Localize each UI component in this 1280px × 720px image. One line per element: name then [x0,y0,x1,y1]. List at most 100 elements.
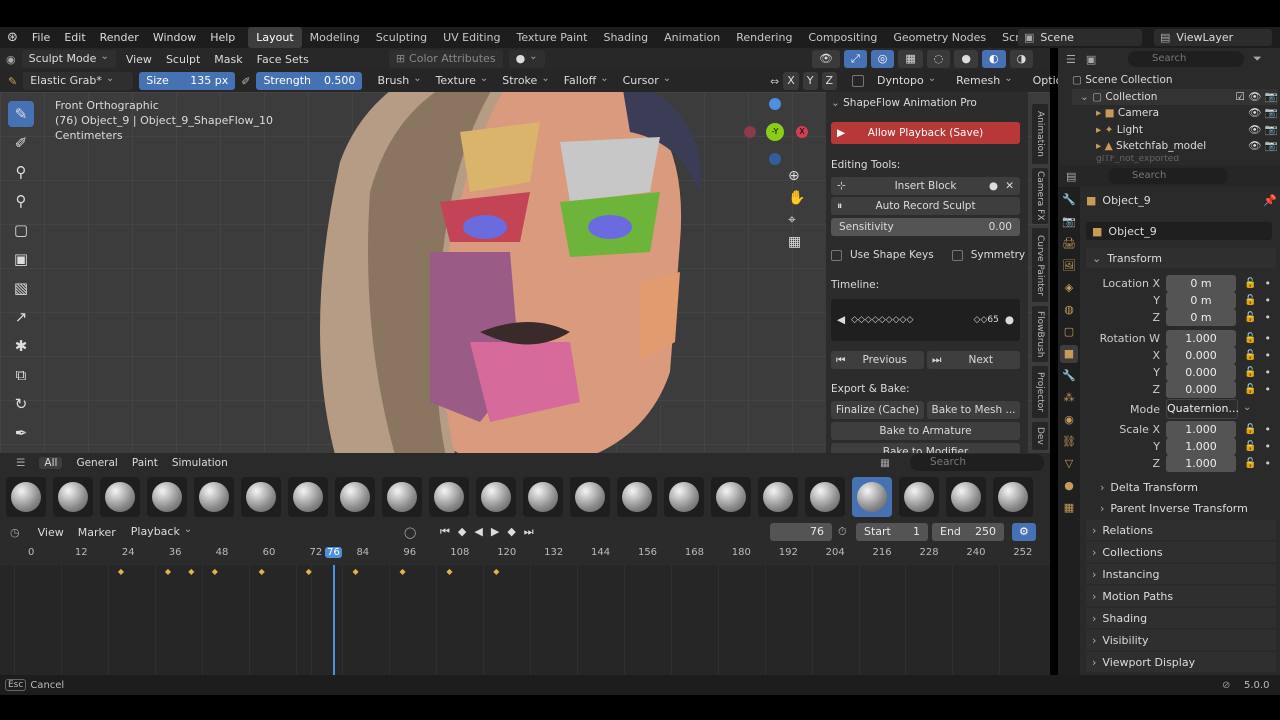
finalize-cache-button[interactable]: Finalize (Cache) [831,401,924,419]
lock-icon[interactable]: 🔓 [1244,350,1256,361]
scale-z-field[interactable]: 1.000 [1166,454,1236,472]
paint-brush-tool-icon[interactable]: ⚲ [8,188,34,214]
side-tab-dev[interactable]: Dev [1032,422,1048,450]
brush-crease-icon[interactable] [147,477,187,517]
bake-to-mesh-button[interactable]: Bake to Mesh ... [927,401,1020,419]
shelf-tab-general[interactable]: General [76,457,117,469]
record-dot-icon[interactable]: ● [989,180,998,192]
keyframe-diamond[interactable]: ◆ [399,567,405,576]
remesh-menu[interactable]: Remesh [949,72,1020,90]
wireframe-shading-icon[interactable]: ◌ [926,50,951,68]
insert-block-button[interactable]: ⊹ Insert Block ● ✕ [831,177,1020,195]
play-icon[interactable]: ▶ [491,525,499,539]
outliner-editor-icon[interactable]: ☰ [1066,53,1076,66]
brush-fill-icon[interactable] [476,477,516,517]
gizmo-neg-y-axis[interactable]: -Y [766,123,784,141]
constraints-tab-icon[interactable]: ⛓ [1060,433,1078,451]
shelf-tab-all[interactable]: All [39,457,63,469]
brush-clay-icon[interactable] [53,477,93,517]
view-layer-selector[interactable]: ▤ ViewLayer [1154,29,1272,46]
object-datablock-field[interactable]: ■ Object_9 [1086,222,1272,240]
tab-rendering[interactable]: Rendering [728,27,800,48]
editor-type-icon[interactable]: ◉ [6,53,16,66]
sketchfab-visibility-icon[interactable]: 👁 📷 [1248,138,1278,155]
axis-x-toggle[interactable]: X [783,72,799,90]
gizmo-icon[interactable]: ⤢ [843,50,867,68]
tab-layout[interactable]: Layout [248,27,302,48]
camera-visibility-icon[interactable]: 👁 📷 [1248,105,1278,122]
color-attributes[interactable]: ⊞ Color Attributes [388,50,503,68]
brush-pose-icon[interactable] [711,477,751,517]
size-field[interactable]: Size 135 px [139,72,236,90]
falloff-menu[interactable]: Falloff [557,72,616,90]
lock-icon[interactable]: 🔓 [1244,333,1256,344]
object-tab-icon[interactable]: ■ [1060,345,1078,363]
menu-edit[interactable]: Edit [57,27,92,48]
shelf-tab-simulation[interactable]: Simulation [172,457,228,469]
motion-paths-section[interactable]: › Motion Paths [1086,586,1276,606]
viewport-display-section[interactable]: › Viewport Display [1086,652,1276,672]
keyframe-diamond[interactable]: ◆ [212,567,218,576]
frame-ruler[interactable]: 0 12 24 36 48 60 72 76 84 96 108 120 132 144 156 168 180… [0,543,1050,565]
visibility-section[interactable]: › Visibility [1086,630,1276,650]
brush-selector[interactable]: Elastic Grab* [23,72,134,90]
menu-face-sets[interactable]: Face Sets [257,53,309,66]
gizmo-neg-z-axis[interactable] [769,153,781,165]
keyframe-diamond[interactable]: ◆ [353,567,359,576]
side-tab-animation[interactable]: Animation [1032,104,1048,164]
pan-hand-icon[interactable]: ✋ [788,190,805,206]
symmetry-checkbox[interactable] [951,249,963,261]
keyframe-dot-icon[interactable]: • [1264,457,1271,470]
side-tab-projector[interactable]: Projector [1032,366,1048,418]
axis-z-toggle[interactable]: Z [821,72,838,90]
keyframe-dot-icon[interactable]: • [1264,349,1271,362]
physics-tab-icon[interactable]: ◉ [1060,411,1078,429]
data-tab-icon[interactable]: ▽ [1060,455,1078,473]
render-tab-icon[interactable]: 📷 [1060,213,1078,231]
strength-field[interactable]: Strength 0.500 [256,72,363,90]
tab-modeling[interactable]: Modeling [302,27,368,48]
use-shape-keys-checkbox[interactable] [831,249,842,261]
keyframe-dot-icon[interactable]: • [1264,277,1271,290]
timeline-menu-playback[interactable]: Playback [124,523,199,541]
shelf-tab-paint[interactable]: Paint [132,457,158,469]
shading-dot-selector[interactable]: ● [508,50,545,68]
timeline-menu-view[interactable]: View [38,526,64,539]
keyframe-diamond[interactable]: ◆ [165,567,171,576]
playhead[interactable] [333,565,336,675]
keyframe-diamond[interactable]: ◆ [259,567,265,576]
current-frame-field[interactable]: 76 [770,523,832,541]
scene-tab-icon[interactable]: ◈ [1060,279,1078,297]
play-reverse-icon[interactable]: ◀ [474,525,482,539]
stopwatch-icon[interactable]: ⏱ [838,525,847,539]
keyframe-dot-icon[interactable]: • [1264,440,1271,453]
texture-menu[interactable]: Texture [429,72,496,90]
brush-draw-sharp-icon[interactable] [241,477,281,517]
sketchfab-row[interactable]: ▸ ▲ Sketchfab_model 👁 📷 [1072,138,1278,155]
mesh-filter-tool-icon[interactable]: ✱ [8,333,34,359]
solid-shading-icon[interactable]: ● [954,50,979,68]
start-frame-field[interactable]: Start 1 [856,523,928,541]
menu-file[interactable]: File [25,27,57,48]
brush-cloth-icon[interactable] [664,477,704,517]
shading-section[interactable]: › Shading [1086,608,1276,628]
lock-icon[interactable]: 🔓 [1244,424,1256,435]
properties-editor-icon[interactable]: ▤ [1066,170,1076,183]
transform-section-header[interactable]: ⌄ Transform [1086,248,1276,268]
outliner-search-input[interactable]: Search [1128,51,1244,67]
instancing-section[interactable]: › Instancing [1086,564,1276,584]
rotation-w-field[interactable]: 1.000 [1166,329,1236,347]
location-z-field[interactable]: 0 m [1166,308,1236,326]
brush-draw-icon[interactable] [194,477,234,517]
jump-start-icon[interactable]: ⏮ [440,525,450,539]
brush-elastic-grab-icon[interactable] [852,477,892,517]
render-shading-icon[interactable]: ◑ [1009,50,1034,68]
delta-transform-section[interactable]: › Delta Transform [1086,477,1276,497]
box-hide-tool-icon[interactable]: ▣ [8,246,34,272]
collections-section[interactable]: › Collections [1086,542,1276,562]
blender-logo-icon[interactable]: ⊛ [0,27,25,48]
side-tab-curve-painter[interactable]: Curve Painter [1032,228,1048,302]
display-mode-icon[interactable]: ▣ [1086,53,1096,66]
navigation-gizmo[interactable]: X -Y [740,98,810,168]
brush-rotate-icon[interactable] [993,477,1033,517]
